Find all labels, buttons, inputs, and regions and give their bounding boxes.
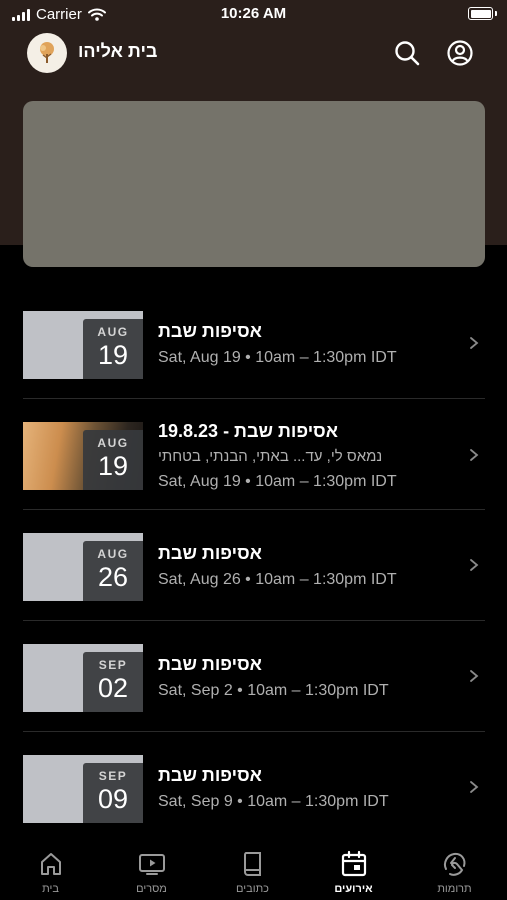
tab-label: כתובים xyxy=(236,883,269,895)
date-month: AUG xyxy=(97,547,129,561)
events-list: AUG 19 אסיפות שבת Sat, Aug 19 • 10am – 1… xyxy=(23,288,485,843)
home-icon xyxy=(41,853,61,875)
tab-scriptures[interactable]: כתובים xyxy=(202,835,303,900)
date-month: AUG xyxy=(97,325,129,339)
tab-label: אירועים xyxy=(334,883,373,895)
date-day: 09 xyxy=(97,784,129,814)
status-time: 10:26 AM xyxy=(220,5,287,22)
tab-home[interactable]: בית xyxy=(0,835,101,900)
event-time: Sat, Sep 2 • 10am – 1:30pm IDT xyxy=(158,682,389,699)
chevron-right-icon xyxy=(470,670,479,682)
chevron-right-icon xyxy=(470,449,479,461)
event-row[interactable]: AUG 19 אסיפות שבת - 19.8.23 נמאס לי, עד.… xyxy=(23,399,485,510)
battery-icon xyxy=(468,7,493,20)
profile-button[interactable] xyxy=(445,38,475,68)
calendar-icon xyxy=(341,850,367,877)
event-row[interactable]: SEP 09 אסיפות שבת Sat, Sep 9 • 10am – 1:… xyxy=(23,732,485,843)
event-thumbnail: AUG 19 xyxy=(23,311,143,379)
featured-banner[interactable] xyxy=(23,101,485,267)
date-badge: AUG 19 xyxy=(83,430,143,490)
tab-label: מסרים xyxy=(136,883,167,895)
event-title: אסיפות שבת - 19.8.23 xyxy=(158,421,338,441)
date-day: 02 xyxy=(97,673,129,703)
tab-messages[interactable]: מסרים xyxy=(101,835,202,900)
date-month: SEP xyxy=(98,769,128,783)
chevron-right-icon xyxy=(470,559,479,571)
event-row[interactable]: AUG 19 אסיפות שבת Sat, Aug 19 • 10am – 1… xyxy=(23,288,485,399)
tab-donations[interactable]: תרומות xyxy=(404,835,505,900)
tree-logo-icon xyxy=(40,42,54,63)
event-thumbnail: SEP 02 xyxy=(23,644,143,712)
event-time: Sat, Aug 26 • 10am – 1:30pm IDT xyxy=(158,571,397,588)
tab-label: תרומות xyxy=(437,883,472,895)
chevron-right-icon xyxy=(470,781,479,793)
date-month: SEP xyxy=(98,658,128,672)
tv-icon xyxy=(139,854,165,875)
tab-label: בית xyxy=(42,883,59,895)
account-icon xyxy=(447,40,473,66)
book-icon xyxy=(244,852,261,876)
event-time: Sat, Sep 9 • 10am – 1:30pm IDT xyxy=(158,793,389,810)
tab-events[interactable]: אירועים xyxy=(303,835,404,900)
date-day: 19 xyxy=(97,340,129,370)
date-day: 26 xyxy=(97,562,129,592)
status-bar: Carrier 10:26 AM xyxy=(0,0,507,30)
event-thumbnail: AUG 19 xyxy=(23,422,143,490)
event-time: Sat, Aug 19 • 10am – 1:30pm IDT xyxy=(158,473,397,490)
event-title: אסיפות שבת xyxy=(158,321,262,341)
chevron-right-icon xyxy=(470,337,479,349)
event-title: אסיפות שבת xyxy=(158,654,262,674)
app-title: בית אליהו xyxy=(78,41,158,61)
event-thumbnail: AUG 26 xyxy=(23,533,143,601)
event-time: Sat, Aug 19 • 10am – 1:30pm IDT xyxy=(158,349,397,366)
tab-bar: בית מסרים כתובים אירועים תרומות xyxy=(0,835,507,900)
event-row[interactable]: AUG 26 אסיפות שבת Sat, Aug 26 • 10am – 1… xyxy=(23,510,485,621)
date-month: AUG xyxy=(97,436,129,450)
search-button[interactable] xyxy=(392,38,422,68)
search-icon xyxy=(395,41,420,66)
app-header: בית אליהו xyxy=(0,30,507,76)
event-title: אסיפות שבת xyxy=(158,765,262,785)
event-subtitle: נמאס לי, עד... באתי, הבנתי, בטחתי xyxy=(158,448,383,465)
logo[interactable] xyxy=(27,33,67,73)
date-badge: AUG 26 xyxy=(83,541,143,601)
donation-icon xyxy=(444,852,466,876)
date-badge: SEP 09 xyxy=(83,763,143,823)
event-row[interactable]: SEP 02 אסיפות שבת Sat, Sep 2 • 10am – 1:… xyxy=(23,621,485,732)
event-title: אסיפות שבת xyxy=(158,543,262,563)
event-thumbnail: SEP 09 xyxy=(23,755,143,823)
date-badge: SEP 02 xyxy=(83,652,143,712)
date-badge: AUG 19 xyxy=(83,319,143,379)
date-day: 19 xyxy=(97,451,129,481)
